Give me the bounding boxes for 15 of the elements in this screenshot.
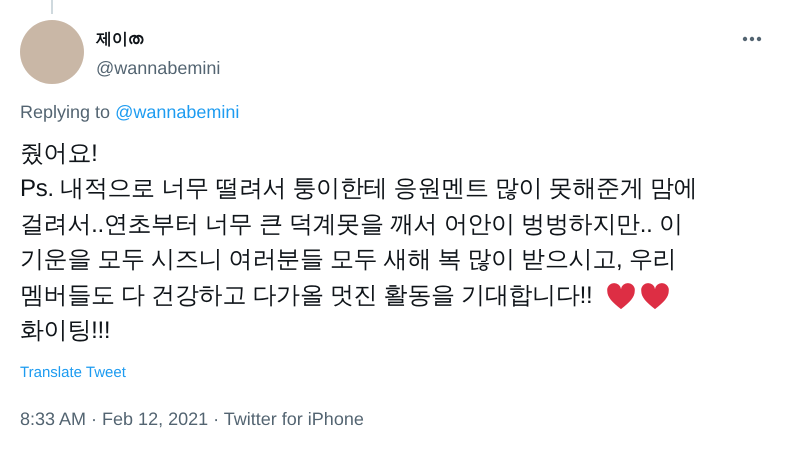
tweet-text-line: Ps. 내적으로 너무 떨려서 퉁이한테 응원멘트 많이 못해준게 맘에	[20, 174, 698, 204]
reply-mention-link[interactable]: @wannabemini	[115, 100, 240, 124]
display-name[interactable]: 제이ത	[96, 30, 220, 50]
heart-icon	[606, 282, 636, 310]
tweet-text-line: 줬어요!	[20, 138, 98, 169]
heart-icon	[640, 282, 670, 310]
translate-tweet-link[interactable]: Translate Tweet	[20, 363, 770, 383]
user-handle: @wannabemini	[96, 57, 220, 80]
tweet-text-line: 걸려서..연초부터 너무 큰 덕계못을 깨서 어안이 벙벙하지만.. 이	[20, 210, 683, 240]
tweet-timestamp: 8:33 AM · Feb 12, 2021 · Twitter for iPhone	[20, 408, 365, 431]
replying-label: Replying to	[20, 101, 110, 124]
tweet-text-line: 기운을 모두 시즈니 여러분들 모두 새해 복 많이 받으시고, 우리	[20, 245, 676, 276]
tweet-text-line: 멤버들도 다 건강하고 다가올 멋진 활동을 기대합니다!!	[20, 280, 592, 311]
tweet-text-line: 화이팅!!!	[20, 316, 110, 346]
more-options-icon[interactable]	[742, 36, 762, 42]
